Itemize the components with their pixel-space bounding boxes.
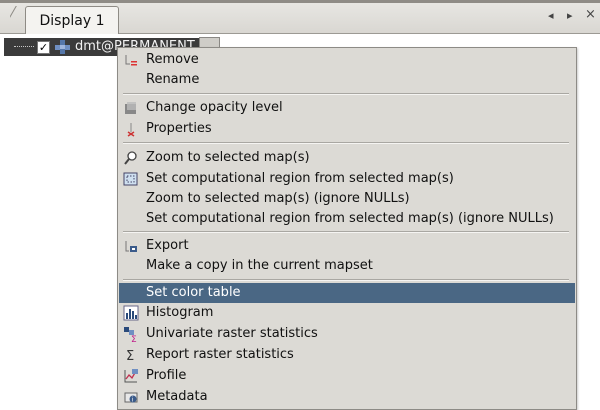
zoom-icon xyxy=(123,150,139,166)
menu-item-set-color-table[interactable]: Set color table xyxy=(119,283,575,303)
menu-item-zoom-selected-ignore-nulls[interactable]: Zoom to selected map(s) (ignore NULLs) xyxy=(119,189,575,209)
menu-item-remove[interactable]: Remove xyxy=(119,50,575,70)
svg-text:Σ: Σ xyxy=(126,349,134,363)
svg-text:Σ: Σ xyxy=(131,335,137,342)
layer-visibility-checkbox[interactable]: ✓ xyxy=(37,41,50,54)
metadata-icon: i xyxy=(123,389,139,405)
menu-item-metadata[interactable]: i Metadata xyxy=(119,387,575,407)
tab-scroll-right-icon[interactable]: ▸ xyxy=(567,9,573,22)
profile-icon xyxy=(123,368,139,384)
tree-connector xyxy=(14,46,34,47)
menu-item-change-opacity[interactable]: Change opacity level xyxy=(119,98,575,118)
menu-separator xyxy=(123,93,569,95)
export-icon xyxy=(123,238,139,254)
properties-icon xyxy=(123,121,139,137)
menu-separator xyxy=(123,231,569,233)
histogram-icon xyxy=(123,305,139,321)
menu-item-make-copy[interactable]: Make a copy in the current mapset xyxy=(119,256,575,276)
window-top-border xyxy=(0,0,600,3)
univariate-stats-icon: Σ xyxy=(123,326,139,345)
menu-item-export[interactable]: Export xyxy=(119,236,575,256)
sigma-icon: Σ xyxy=(123,347,139,364)
menu-item-profile[interactable]: Profile xyxy=(119,366,575,386)
menu-item-univariate-stats[interactable]: Σ Univariate raster statistics xyxy=(119,324,575,345)
menu-separator xyxy=(123,142,569,144)
menu-item-rename[interactable]: Rename xyxy=(119,70,575,90)
menu-item-set-region[interactable]: Set computational region from selected m… xyxy=(119,169,575,189)
menu-item-histogram[interactable]: Histogram xyxy=(119,303,575,323)
region-icon xyxy=(123,171,139,187)
menu-separator xyxy=(123,279,569,281)
tab-display-1[interactable]: Display 1 xyxy=(25,6,119,34)
tab-scroll-left-icon[interactable]: ◂ xyxy=(548,9,554,22)
menu-item-set-region-ignore-nulls[interactable]: Set computational region from selected m… xyxy=(119,209,575,229)
notebook-tabbar: Display 1 ◂ ▸ × xyxy=(0,0,600,34)
menu-item-zoom-selected[interactable]: Zoom to selected map(s) xyxy=(119,148,575,168)
menu-item-properties[interactable]: Properties xyxy=(119,119,575,139)
layer-context-menu: Remove Rename Change opacity level Prope… xyxy=(117,47,577,410)
remove-icon xyxy=(123,52,139,68)
tab-close-icon[interactable]: × xyxy=(585,7,596,22)
tab-label: Display 1 xyxy=(39,12,105,29)
menu-item-report-stats[interactable]: Σ Report raster statistics xyxy=(119,345,575,365)
raster-layer-icon xyxy=(55,40,70,54)
opacity-icon xyxy=(123,100,139,116)
